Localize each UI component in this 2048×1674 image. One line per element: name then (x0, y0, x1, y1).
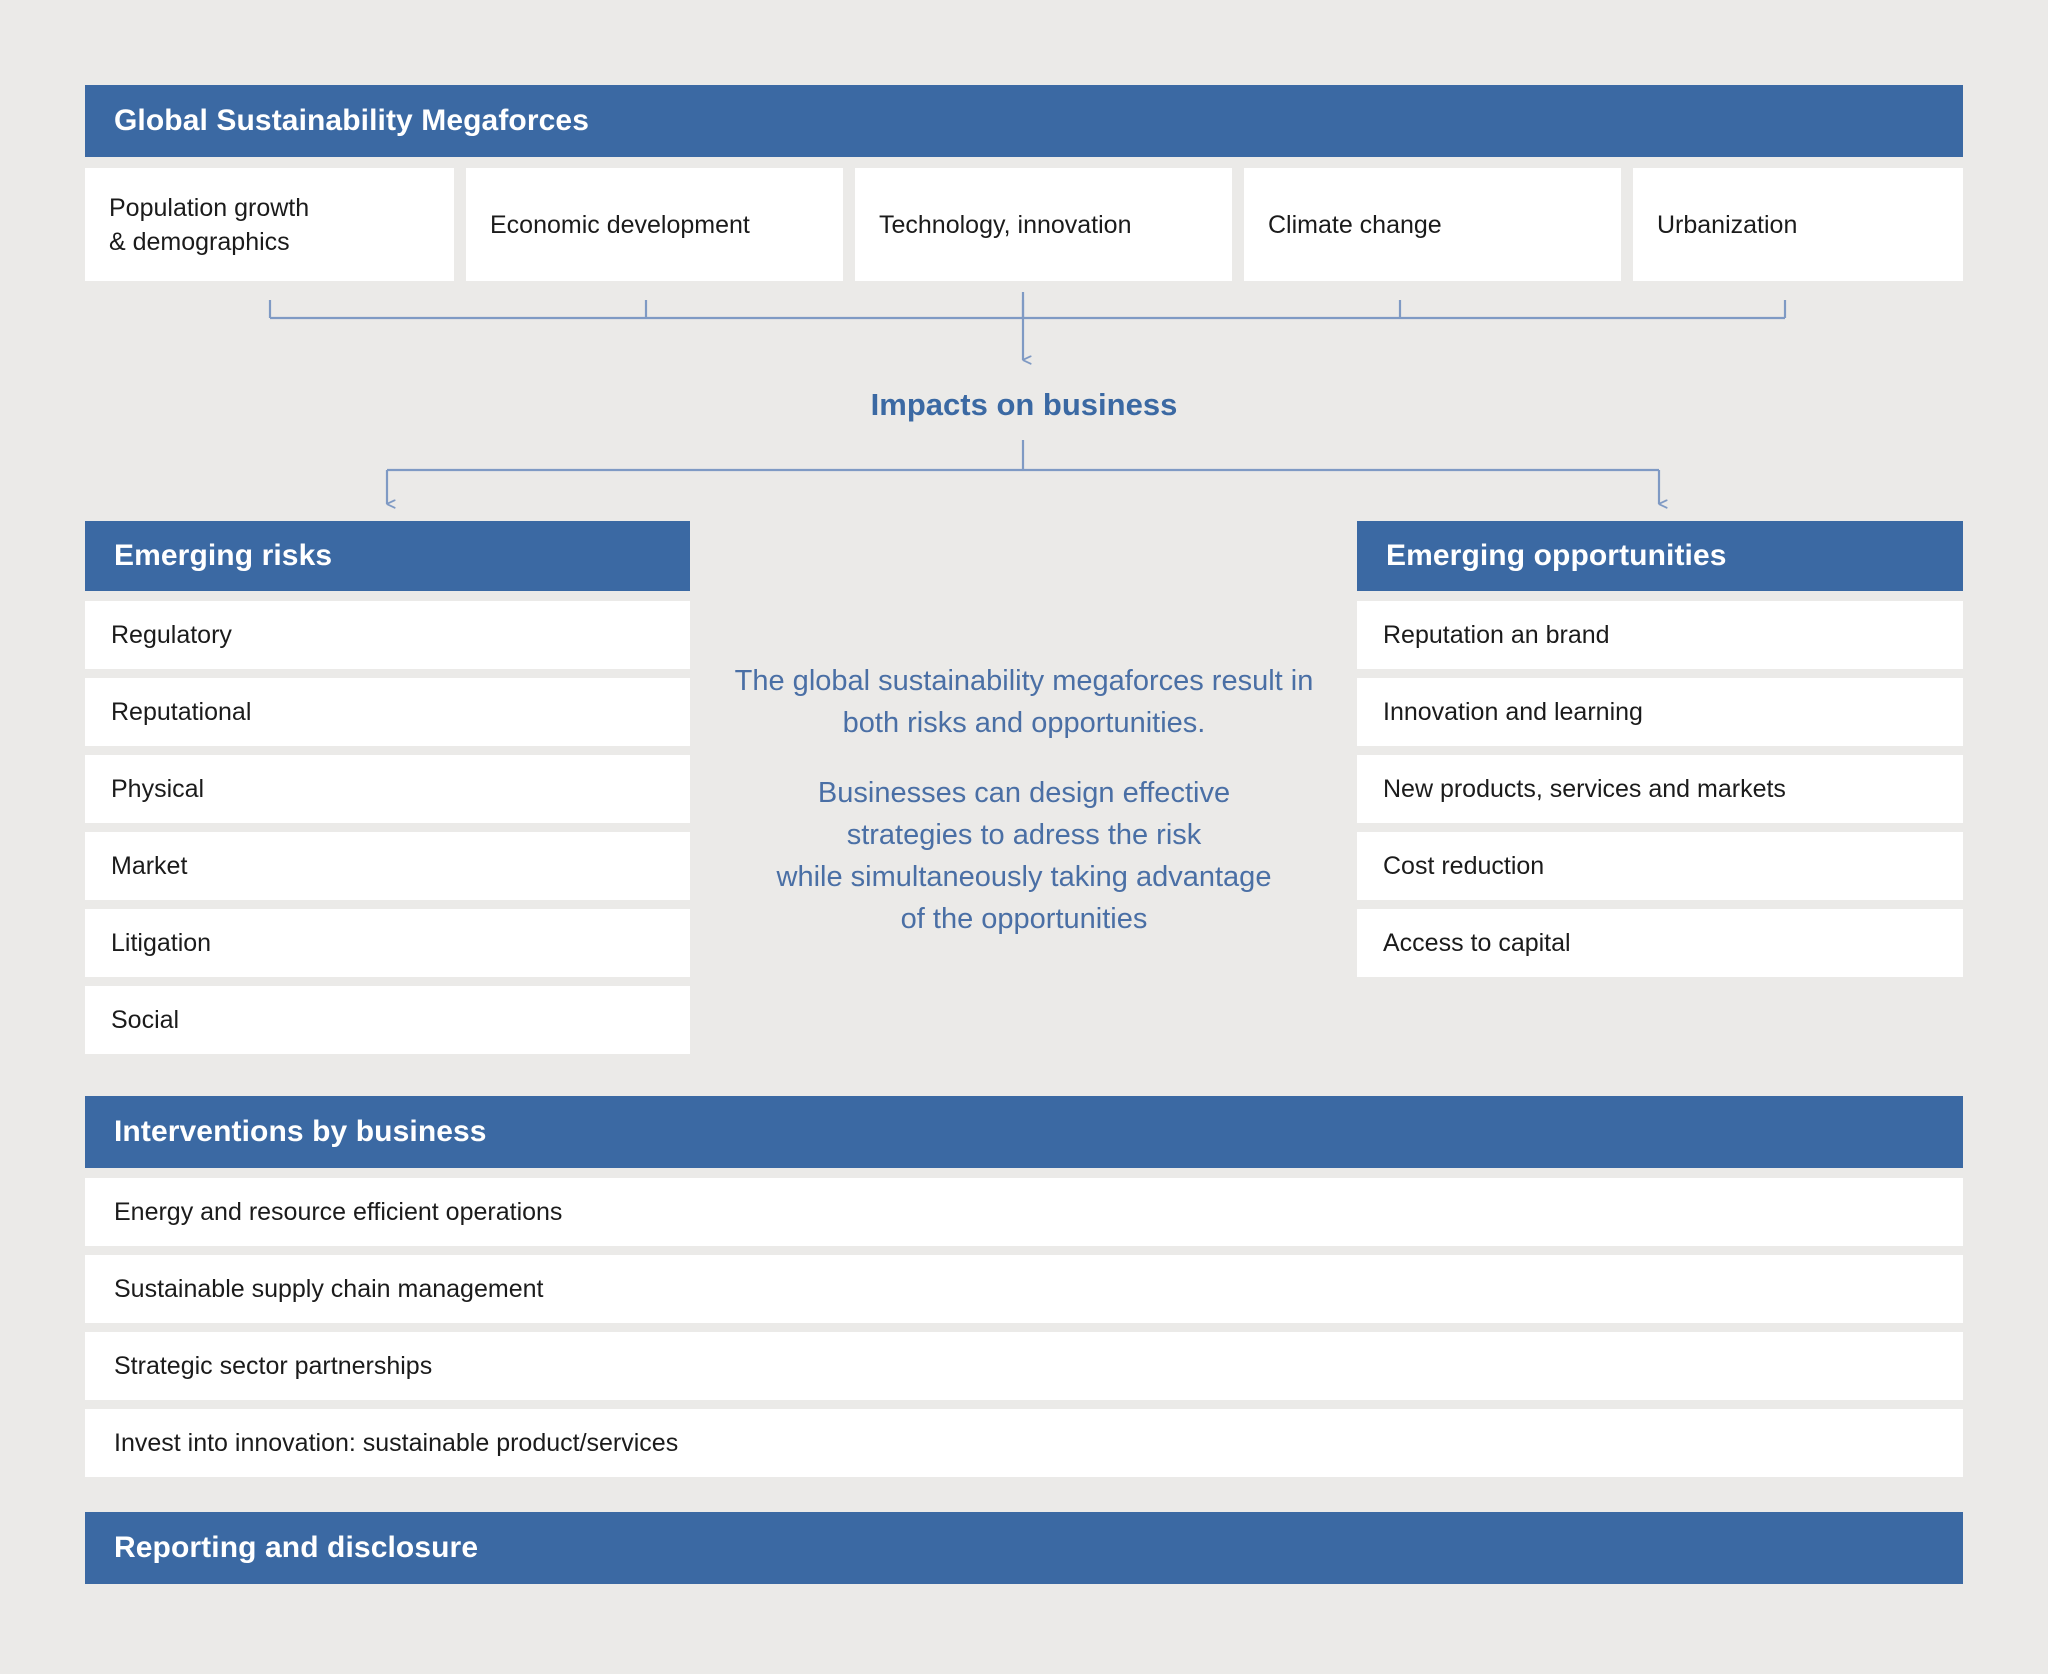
list-item[interactable]: Physical (85, 755, 690, 823)
list-item[interactable]: Market (85, 832, 690, 900)
megaforce-cell-line1: Urbanization (1657, 210, 1798, 239)
megaforce-cell-line1: Population growth (109, 193, 310, 222)
interventions-list: Energy and resource efficient operations… (85, 1178, 1963, 1486)
list-item[interactable]: New products, services and markets (1357, 755, 1963, 823)
megaforce-cell-economic[interactable]: Economic development (466, 168, 843, 281)
emerging-risks-header-bar: Emerging risks (85, 521, 690, 591)
megaforce-cell-line1: Economic development (490, 210, 750, 239)
megaforces-cell-row: Population growth & demographics Economi… (85, 168, 1963, 281)
list-item-label: Access to capital (1383, 928, 1571, 957)
list-item[interactable]: Social (85, 986, 690, 1054)
list-item-label: Physical (111, 774, 205, 803)
list-item[interactable]: Strategic sector partnerships (85, 1332, 1963, 1400)
megaforce-cell-line2: & demographics (109, 227, 290, 256)
list-item[interactable]: Regulatory (85, 601, 690, 669)
megaforce-cell-urbanization[interactable]: Urbanization (1633, 168, 1963, 281)
center-explanation-paragraph-2: Businesses can design effective strategi… (722, 772, 1326, 940)
list-item-label: Reputational (111, 697, 252, 726)
diagram-canvas: Global Sustainability Megaforces Populat… (0, 0, 2048, 1674)
emerging-opportunities-header-bar: Emerging opportunities (1357, 521, 1963, 591)
emerging-opportunities-list: Reputation an brand Innovation and learn… (1357, 601, 1963, 986)
megaforce-cell-technology[interactable]: Technology, innovation (855, 168, 1232, 281)
list-item-label: Reputation an brand (1383, 620, 1610, 649)
list-item[interactable]: Sustainable supply chain management (85, 1255, 1963, 1323)
emerging-risks-title: Emerging risks (114, 539, 333, 572)
center-explanation-line-2: strategies to adress the risk (846, 819, 1202, 852)
center-explanation-paragraph-1: The global sustainability megaforces res… (734, 665, 1314, 740)
list-item[interactable]: Access to capital (1357, 909, 1963, 977)
list-item-label: Energy and resource efficient operations (114, 1197, 563, 1226)
megaforce-cell-line1: Climate change (1268, 210, 1442, 239)
reporting-title: Reporting and disclosure (114, 1531, 479, 1564)
megaforce-cell-climate[interactable]: Climate change (1244, 168, 1621, 281)
list-item-label: Social (111, 1005, 180, 1034)
interventions-header-bar: Interventions by business (85, 1096, 1963, 1168)
emerging-opportunities-title: Emerging opportunities (1386, 539, 1727, 572)
list-item[interactable]: Energy and resource efficient operations (85, 1178, 1963, 1246)
megaforce-cell-line1: Technology, innovation (879, 210, 1132, 239)
interventions-title: Interventions by business (114, 1115, 487, 1148)
list-item-label: Market (111, 851, 188, 880)
list-item[interactable]: Reputation an brand (1357, 601, 1963, 669)
megaforces-title: Global Sustainability Megaforces (114, 104, 589, 137)
list-item-label: Invest into innovation: sustainable prod… (114, 1428, 679, 1457)
center-explanation: The global sustainability megaforces res… (722, 660, 1326, 940)
list-item[interactable]: Invest into innovation: sustainable prod… (85, 1409, 1963, 1477)
list-item-label: New products, services and markets (1383, 774, 1786, 803)
list-item[interactable]: Cost reduction (1357, 832, 1963, 900)
list-item[interactable]: Innovation and learning (1357, 678, 1963, 746)
list-item-label: Innovation and learning (1383, 697, 1643, 726)
list-item[interactable]: Reputational (85, 678, 690, 746)
list-item-label: Sustainable supply chain management (114, 1274, 544, 1303)
list-item-label: Cost reduction (1383, 851, 1545, 880)
list-item[interactable]: Litigation (85, 909, 690, 977)
center-explanation-line-4: of the opportunities (900, 903, 1148, 936)
center-explanation-line-3: while simultaneously taking advantage (776, 861, 1272, 894)
megaforce-cell-population[interactable]: Population growth & demographics (85, 168, 454, 281)
center-explanation-line-1: Businesses can design effective (817, 777, 1231, 810)
impacts-on-business-label: Impacts on business (870, 387, 1178, 422)
emerging-risks-list: Regulatory Reputational Physical Market … (85, 601, 690, 1063)
list-item-label: Strategic sector partnerships (114, 1351, 433, 1380)
list-item-label: Regulatory (111, 620, 232, 649)
megaforces-header-bar: Global Sustainability Megaforces (85, 85, 1963, 157)
reporting-header-bar: Reporting and disclosure (85, 1512, 1963, 1584)
list-item-label: Litigation (111, 928, 212, 957)
